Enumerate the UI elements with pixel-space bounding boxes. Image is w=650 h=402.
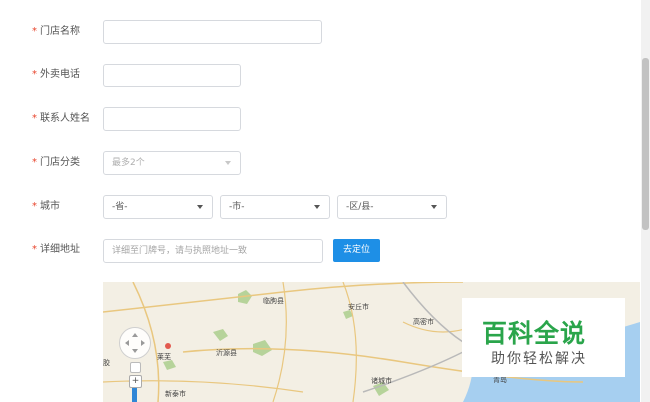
watermark-subtitle: 助你轻松解决: [491, 351, 587, 367]
scrollbar-thumb[interactable]: [642, 58, 649, 230]
store-name-label-text: 门店名称: [40, 26, 80, 37]
delivery-phone-input[interactable]: [103, 64, 241, 87]
map-road: [342, 282, 357, 402]
map-label: 沂源县: [216, 349, 237, 357]
map-label: 安丘市: [348, 303, 369, 311]
chevron-down-icon: [225, 161, 231, 165]
district-select[interactable]: -区/县-: [337, 195, 447, 219]
map-label: 胶: [103, 359, 110, 367]
store-category-label: * 门店分类: [32, 157, 80, 169]
address-label: * 详细地址: [32, 244, 80, 256]
store-category-label-text: 门店分类: [40, 157, 80, 168]
map-park: [213, 329, 228, 341]
required-mark: *: [32, 201, 37, 212]
chevron-down-icon: [314, 205, 320, 209]
city-select-value: -市-: [229, 202, 245, 212]
pan-arrows-icon: [125, 333, 145, 353]
province-select[interactable]: -省-: [103, 195, 213, 219]
store-name-input[interactable]: [103, 20, 322, 44]
store-category-select[interactable]: 最多2个: [103, 151, 241, 175]
map-zoom-handle-icon[interactable]: [130, 362, 141, 373]
required-mark: *: [32, 113, 37, 124]
contact-name-label-text: 联系人姓名: [40, 113, 90, 124]
map-label: 临朐县: [263, 297, 284, 305]
province-select-value: -省-: [112, 202, 128, 212]
address-input[interactable]: 详细至门牌号，请与执照地址一致: [103, 239, 323, 263]
contact-name-input[interactable]: [103, 107, 241, 131]
zoom-in-icon[interactable]: +: [129, 375, 142, 388]
zoom-slider[interactable]: [132, 388, 137, 402]
address-placeholder: 详细至门牌号，请与执照地址一致: [112, 246, 248, 256]
delivery-phone-label-text: 外卖电话: [40, 69, 80, 80]
watermark-logo: 百科全说 助你轻松解决: [462, 298, 625, 377]
chevron-down-icon: [197, 205, 203, 209]
map-label: 莱芜: [157, 353, 171, 361]
map-label: 诸城市: [371, 377, 392, 385]
chevron-down-icon: [431, 205, 437, 209]
required-mark: *: [32, 157, 37, 168]
city-select[interactable]: -市-: [220, 195, 330, 219]
required-mark: *: [32, 26, 37, 37]
required-mark: *: [32, 244, 37, 255]
scrollbar[interactable]: [641, 0, 650, 402]
district-select-value: -区/县-: [346, 202, 374, 212]
city-label: * 城市: [32, 201, 60, 213]
address-label-text: 详细地址: [40, 244, 80, 255]
required-mark: *: [32, 69, 37, 80]
map-city-marker: [165, 343, 171, 349]
locate-button[interactable]: 去定位: [333, 239, 380, 262]
map-label: 高密市: [413, 318, 434, 326]
delivery-phone-label: * 外卖电话: [32, 69, 80, 81]
city-label-text: 城市: [40, 201, 60, 212]
map-label: 新泰市: [165, 390, 186, 398]
contact-name-label: * 联系人姓名: [32, 113, 90, 125]
store-category-placeholder: 最多2个: [112, 158, 145, 168]
watermark-title: 百科全说: [482, 319, 587, 348]
map-pan-control[interactable]: [119, 327, 151, 359]
store-name-label: * 门店名称: [32, 26, 80, 38]
